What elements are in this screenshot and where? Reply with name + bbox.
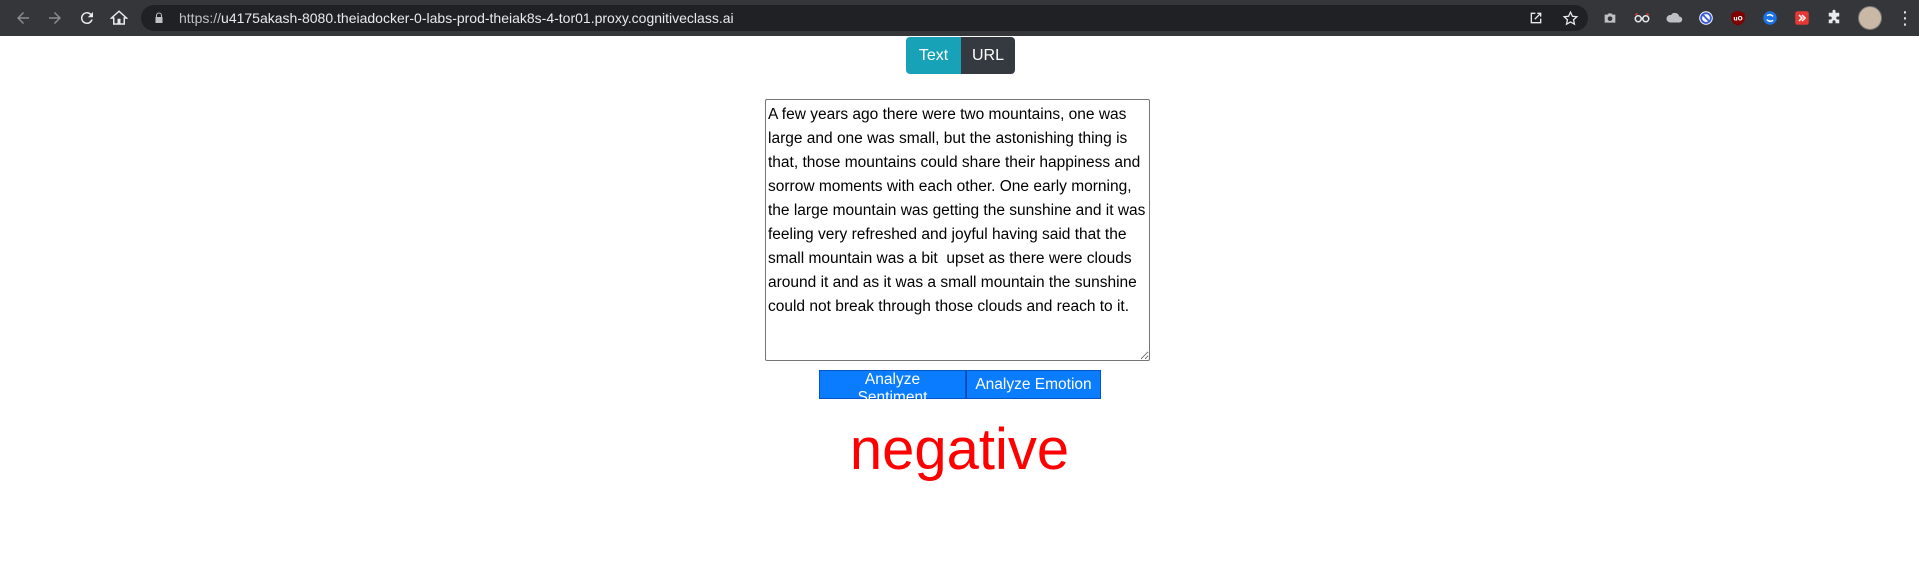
more-menu-icon[interactable]: ⋮ xyxy=(1896,8,1914,29)
bookmark-star-icon[interactable] xyxy=(1560,8,1580,28)
url-scheme: https:// xyxy=(179,10,222,26)
forward-icon[interactable] xyxy=(40,3,70,33)
browser-toolbar: https://u4175akash-8080.theiadocker-0-la… xyxy=(0,0,1919,36)
block-extension-icon[interactable] xyxy=(1694,6,1718,30)
input-mode-toggle: Text URL xyxy=(906,37,1015,74)
red-extension-icon[interactable] xyxy=(1790,6,1814,30)
share-icon[interactable] xyxy=(1526,8,1546,28)
address-bar[interactable]: https://u4175akash-8080.theiadocker-0-la… xyxy=(141,5,1588,31)
ublock-extension-icon[interactable]: uO xyxy=(1726,6,1750,30)
puzzle-extensions-icon[interactable] xyxy=(1822,6,1846,30)
profile-avatar[interactable] xyxy=(1858,6,1882,30)
blue-circle-extension-icon[interactable] xyxy=(1758,6,1782,30)
extensions-bar: uO ⋮ xyxy=(1598,6,1914,30)
analyze-sentiment-button[interactable]: Analyze Sentiment xyxy=(819,370,966,406)
text-mode-button[interactable]: Text xyxy=(906,37,961,74)
url-text: https://u4175akash-8080.theiadocker-0-la… xyxy=(179,10,734,26)
reload-icon[interactable] xyxy=(72,3,102,33)
sentiment-result: negative xyxy=(849,417,1070,482)
cloud-extension-icon[interactable] xyxy=(1662,6,1686,30)
analysis-actions: Analyze Sentiment Analyze Emotion xyxy=(819,370,1101,406)
analyze-emotion-button[interactable]: Analyze Emotion xyxy=(966,370,1101,399)
camera-extension-icon[interactable] xyxy=(1598,6,1622,30)
glasses-extension-icon[interactable] xyxy=(1630,6,1654,30)
svg-text:uO: uO xyxy=(1733,15,1742,22)
lock-icon[interactable] xyxy=(153,11,167,25)
home-icon[interactable] xyxy=(104,3,134,33)
text-input[interactable]: A few years ago there were two mountains… xyxy=(765,99,1150,361)
back-icon[interactable] xyxy=(8,3,38,33)
url-host: u4175akash-8080.theiadocker-0-labs-prod-… xyxy=(221,10,734,26)
url-mode-button[interactable]: URL xyxy=(961,37,1015,74)
